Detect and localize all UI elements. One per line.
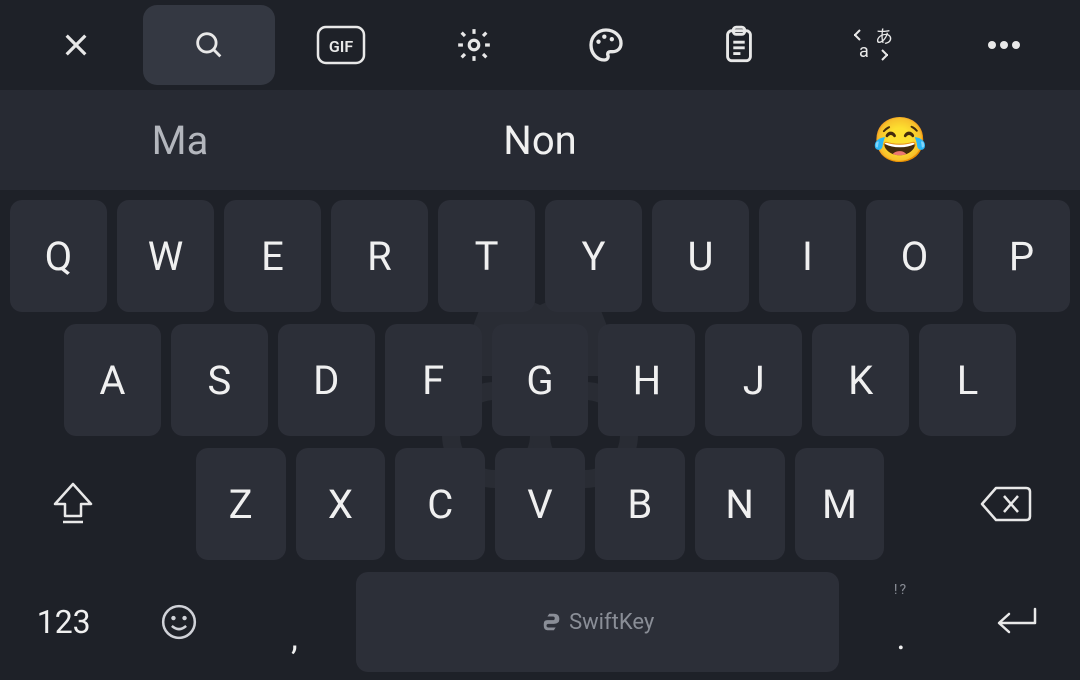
key-g[interactable]: G	[492, 324, 589, 436]
key-n[interactable]: N	[695, 448, 785, 560]
comma-label: ,	[291, 618, 298, 658]
emoji-icon	[160, 603, 198, 641]
search-icon	[192, 28, 226, 62]
shift-icon	[51, 480, 95, 528]
swiftkey-logo-icon	[541, 611, 563, 633]
key-w[interactable]: W	[117, 200, 214, 312]
period-label: .	[896, 618, 905, 658]
key-m[interactable]: M	[795, 448, 885, 560]
close-icon	[60, 29, 92, 61]
key-backspace[interactable]	[944, 448, 1070, 560]
key-f[interactable]: F	[385, 324, 482, 436]
key-c[interactable]: C	[395, 448, 485, 560]
key-a[interactable]: A	[64, 324, 161, 436]
more-icon	[984, 39, 1024, 51]
svg-text:あ: あ	[875, 27, 893, 48]
key-v[interactable]: V	[495, 448, 585, 560]
key-shift[interactable]	[10, 448, 136, 560]
space-label: SwiftKey	[541, 610, 654, 635]
key-space[interactable]: SwiftKey	[356, 572, 839, 672]
key-z[interactable]: Z	[196, 448, 286, 560]
toolbar: GIF a あ	[0, 0, 1080, 90]
suggestion-left[interactable]: Ma	[0, 117, 360, 164]
key-j[interactable]: J	[705, 324, 802, 436]
key-p[interactable]: P	[973, 200, 1070, 312]
clipboard-icon	[721, 25, 757, 65]
row-2: A S D F G H J K L	[6, 324, 1074, 436]
key-numbers[interactable]: 123	[10, 572, 117, 672]
enter-icon	[991, 605, 1041, 639]
suggestion-bar: Ma Non 😂	[0, 90, 1080, 190]
gif-icon: GIF	[316, 25, 366, 65]
period-hint: !?	[894, 582, 908, 598]
gear-icon	[455, 26, 493, 64]
suggestion-right[interactable]: 😂	[720, 114, 1080, 166]
row-1: Q W E R T Y U I O P	[6, 200, 1074, 312]
gif-button[interactable]: GIF	[275, 5, 408, 85]
suggestion-center[interactable]: Non	[360, 117, 720, 164]
key-s[interactable]: S	[171, 324, 268, 436]
row-3: Z X C V B N M	[6, 448, 1074, 560]
svg-text:GIF: GIF	[329, 37, 354, 56]
key-comma[interactable]: ,	[241, 572, 348, 672]
key-u[interactable]: U	[652, 200, 749, 312]
key-y[interactable]: Y	[545, 200, 642, 312]
key-h[interactable]: H	[598, 324, 695, 436]
key-enter[interactable]	[963, 572, 1070, 672]
key-o[interactable]: O	[866, 200, 963, 312]
search-button[interactable]	[143, 5, 276, 85]
key-period[interactable]: !? .	[847, 572, 954, 672]
key-q[interactable]: Q	[10, 200, 107, 312]
backspace-icon	[980, 484, 1034, 524]
key-i[interactable]: I	[759, 200, 856, 312]
close-button[interactable]	[10, 5, 143, 85]
key-e[interactable]: E	[224, 200, 321, 312]
keyboard: Q W E R T Y U I O P A S D F G H J K L Z …	[0, 190, 1080, 680]
row-4: 123 , SwiftKey !? .	[6, 572, 1074, 672]
key-b[interactable]: B	[595, 448, 685, 560]
palette-icon	[586, 25, 626, 65]
key-emoji[interactable]	[125, 572, 232, 672]
translate-icon: a あ	[849, 25, 893, 65]
translate-button[interactable]: a あ	[805, 5, 938, 85]
themes-button[interactable]	[540, 5, 673, 85]
key-k[interactable]: K	[812, 324, 909, 436]
key-d[interactable]: D	[278, 324, 375, 436]
key-t[interactable]: T	[438, 200, 535, 312]
key-x[interactable]: X	[296, 448, 386, 560]
settings-button[interactable]	[408, 5, 541, 85]
key-r[interactable]: R	[331, 200, 428, 312]
key-l[interactable]: L	[919, 324, 1016, 436]
more-button[interactable]	[938, 5, 1071, 85]
svg-text:a: a	[859, 41, 869, 62]
clipboard-button[interactable]	[673, 5, 806, 85]
